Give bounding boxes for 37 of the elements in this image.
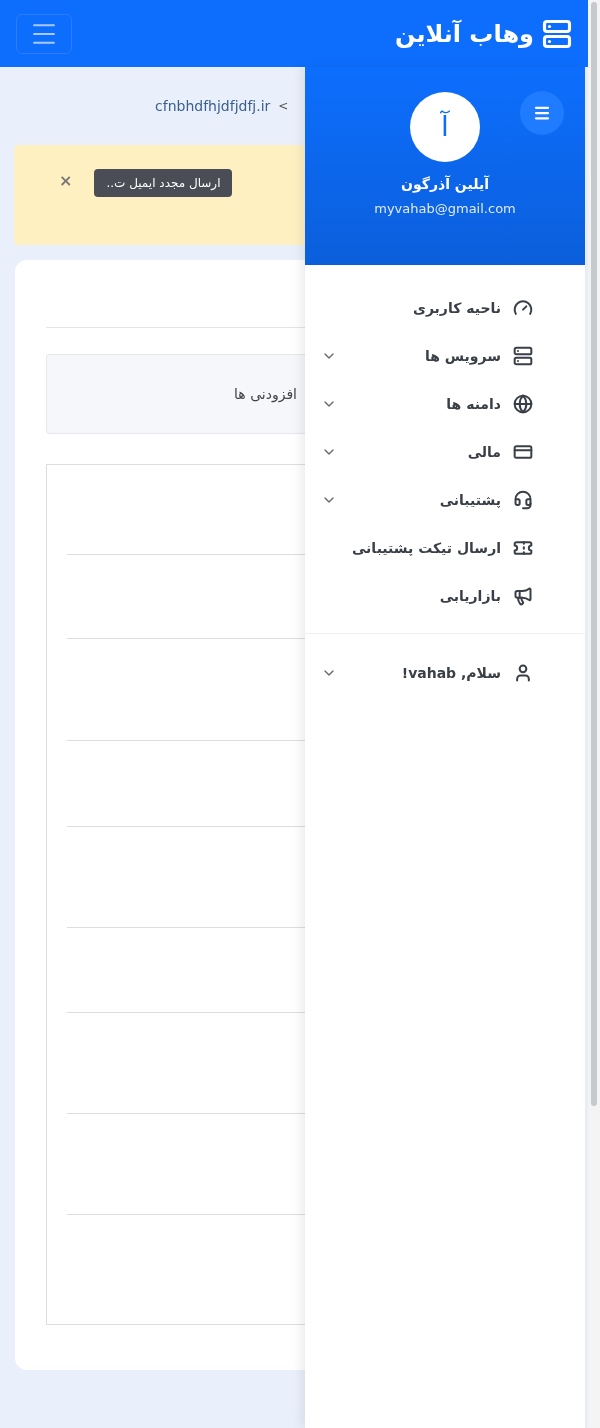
sidebar-item[interactable]: ناحیه کاربری — [305, 284, 585, 332]
server-icon — [513, 346, 533, 366]
menu-toggle-button[interactable] — [520, 91, 564, 135]
close-button[interactable]: × — [59, 173, 73, 189]
credit-card-icon — [513, 442, 533, 462]
sidebar-item-label: ارسال تیکت پشتیبانی — [351, 538, 501, 558]
sidebar-item-label: پشتیبانی — [439, 490, 501, 510]
sidebar-item[interactable]: پشتیبانی — [305, 476, 585, 524]
breadcrumb-separator: < — [278, 98, 289, 115]
sidebar-item-label: مالی — [467, 442, 501, 462]
breadcrumb-link[interactable]: cfnbhdfhjdfjdfj.ir — [155, 95, 271, 117]
ticket-icon — [513, 538, 533, 558]
menu-button[interactable] — [16, 13, 72, 54]
resend-email-button[interactable]: ارسال مجدد ایمیل ت.. — [94, 169, 233, 197]
sidebar-item-label: سلام, vahab! — [401, 663, 501, 683]
user-icon — [513, 663, 533, 683]
globe-icon — [513, 394, 533, 414]
sidebar-item-label: ناحیه کاربری — [413, 298, 501, 319]
sidebar-item[interactable]: سلام, vahab! — [305, 649, 585, 697]
user-name: آیلین آذرگون — [401, 174, 489, 195]
sidebar-item-label: دامنه ها — [446, 394, 501, 414]
addons-tab[interactable]: افزودنی ها — [46, 354, 305, 434]
brand-name: وهاب آنلاین — [394, 18, 534, 50]
sidebar-item[interactable]: دامنه ها — [305, 380, 585, 428]
sidebar-item[interactable]: سرویس ها — [305, 332, 585, 380]
megaphone-icon — [513, 586, 533, 606]
sidebar-item-label: سرویس ها — [424, 346, 501, 367]
server-icon — [542, 18, 572, 49]
avatar: آ — [410, 92, 480, 162]
sidebar-item[interactable]: مالی — [305, 428, 585, 476]
sidebar-item[interactable]: بازاریابی — [305, 572, 585, 620]
gauge-icon — [513, 298, 533, 318]
headset-icon — [513, 490, 533, 510]
user-email: myvahab@gmail.com — [374, 200, 516, 218]
menu-icon — [533, 104, 551, 122]
sidebar-item[interactable]: ارسال تیکت پشتیبانی — [305, 524, 585, 572]
sidebar-item-label: بازاریابی — [439, 586, 501, 606]
